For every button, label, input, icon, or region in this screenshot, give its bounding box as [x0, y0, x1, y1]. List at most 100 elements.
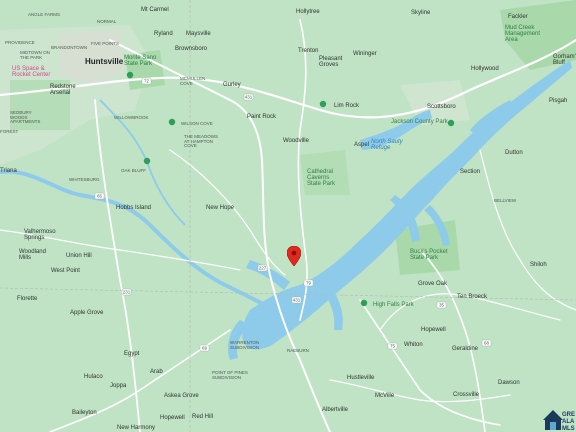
park-icon [319, 100, 327, 108]
place-label: Hollytree [296, 9, 320, 15]
park-label: Buck's Pocket State Park [410, 249, 448, 261]
place-label: Red Hill [192, 414, 214, 420]
route-shield: 69 [199, 344, 210, 352]
place-label: Wininger [353, 51, 377, 57]
place-label: Ten Broeck [457, 294, 488, 300]
place-label: BELLVIEW [494, 198, 517, 203]
place-label: Section [460, 169, 481, 175]
park-label: Mud Creek Management Area [505, 25, 541, 43]
route-shield: 227 [257, 264, 268, 272]
route-shield: 431 [243, 93, 254, 101]
route-shield: 72 [141, 77, 152, 85]
place-label: Fackler [508, 14, 528, 20]
park-icon [168, 118, 176, 126]
place-label: Crossville [453, 392, 480, 398]
place-label: Gurley [223, 82, 241, 88]
poi-label: US Space & Rocket Center [12, 66, 51, 78]
place-label: Aspel [354, 142, 370, 148]
place-label: Hopewell [421, 327, 446, 333]
park-label: Monte Sano State Park [124, 55, 157, 67]
place-label: Trenton [298, 48, 319, 54]
place-label: ANGLE FARMS [28, 12, 61, 17]
place-label: Albertville [322, 407, 349, 413]
brand-logo-text: GRE ALA MLS [562, 412, 576, 432]
route-shield-label: 35 [439, 303, 445, 308]
place-label: MCMULLEN COVE [180, 76, 206, 86]
route-shield: 68 [481, 339, 492, 347]
place-label: Arab [150, 369, 163, 375]
map-canvas[interactable]: 72 431 65 231 79 35 69 227 75 431 68 ANG… [0, 0, 576, 432]
place-label: Redstone Arsenal [50, 84, 76, 96]
route-shield: 431 [291, 296, 302, 304]
place-label: FIVE POINTS [91, 41, 120, 46]
place-label: Hulaco [84, 374, 103, 380]
map-pin-icon[interactable] [287, 246, 301, 266]
route-shield-label: 431 [245, 95, 253, 100]
place-label: Hustleville [347, 375, 375, 381]
place-label: WARRENTON SUBDIVISION [230, 340, 260, 350]
place-label: Askea Grove [164, 393, 199, 399]
place-label: THE MEADOWS AT HAMPTON COVE [184, 134, 219, 148]
place-label: Hollywood [471, 66, 499, 72]
route-shield-label: 65 [97, 194, 103, 199]
place-label: Florette [17, 296, 38, 302]
place-label: Grove Oak [418, 281, 448, 287]
route-shield: 35 [436, 301, 447, 309]
place-label: Pisgah [549, 98, 568, 104]
route-shield-label: 231 [123, 290, 131, 295]
place-label: McVille [375, 393, 395, 399]
route-shield: 231 [121, 288, 132, 296]
place-label: Triana [0, 168, 17, 174]
city-label-huntsville: Huntsville [85, 57, 124, 66]
route-shield-label: 431 [293, 298, 301, 303]
park-label: Jackson County Park [391, 119, 448, 125]
place-label: Geraldine [452, 346, 479, 352]
place-label: Woodville [283, 138, 309, 144]
place-label: Woodland Mills [19, 249, 46, 261]
place-label: Valhermoso Springs [24, 229, 56, 241]
place-label: New Harmony [117, 425, 156, 431]
route-shield-label: 72 [144, 79, 150, 84]
park-icon [143, 157, 151, 165]
park-label: Cathedral Caverns State Park [307, 169, 336, 187]
place-label: RAEBURN [287, 348, 310, 353]
place-label: Shiloh [530, 262, 547, 268]
place-label: Pleasant Groves [319, 56, 343, 68]
place-label: Egypt [124, 351, 140, 357]
place-label: Gorham's Bluff [553, 54, 576, 66]
place-label: Hobbs Island [116, 205, 152, 211]
place-label: SEDBURY WOODS APARTMENTS [10, 110, 41, 124]
place-label: BRANDONTOWN [51, 45, 88, 50]
place-label: NORMAL [97, 19, 117, 24]
route-shield: 75 [387, 342, 398, 350]
place-label: Brownsboro [175, 46, 208, 52]
place-label: West Point [51, 268, 80, 274]
route-shield: 65 [94, 192, 105, 200]
place-label: WILSON COVE [181, 121, 213, 126]
route-shield-label: 69 [202, 346, 208, 351]
place-label: Union Hill [66, 253, 92, 259]
route-shield: 79 [303, 279, 314, 287]
place-label: Dawson [498, 380, 520, 386]
route-shield-label: 68 [484, 341, 490, 346]
place-label: Mt Carmel [141, 7, 169, 13]
place-label: Hopewell [160, 415, 185, 421]
place-label: PROVIDENCE [5, 40, 35, 45]
place-label: WILLOWBROOK [114, 115, 149, 120]
place-label: Joppa [110, 383, 127, 389]
place-label: WHITESBURG [69, 177, 100, 182]
place-label: Apple Grove [70, 310, 104, 316]
park-label: North Sauty Refuge [371, 139, 403, 151]
route-shield-label: 227 [259, 266, 267, 271]
place-label: Whiton [404, 342, 423, 348]
place-label: New Hope [206, 205, 235, 211]
place-label: Maysville [186, 31, 211, 37]
place-label: Dutton [505, 150, 523, 156]
route-shield-label: 75 [390, 344, 396, 349]
place-label: Paint Rock [247, 114, 277, 120]
park-label: High Falls Park [373, 302, 414, 308]
place-label: FOREST [0, 129, 19, 134]
place-label: Ryland [154, 31, 173, 37]
park-icon [447, 119, 455, 127]
place-label: Baileyton [72, 410, 97, 416]
